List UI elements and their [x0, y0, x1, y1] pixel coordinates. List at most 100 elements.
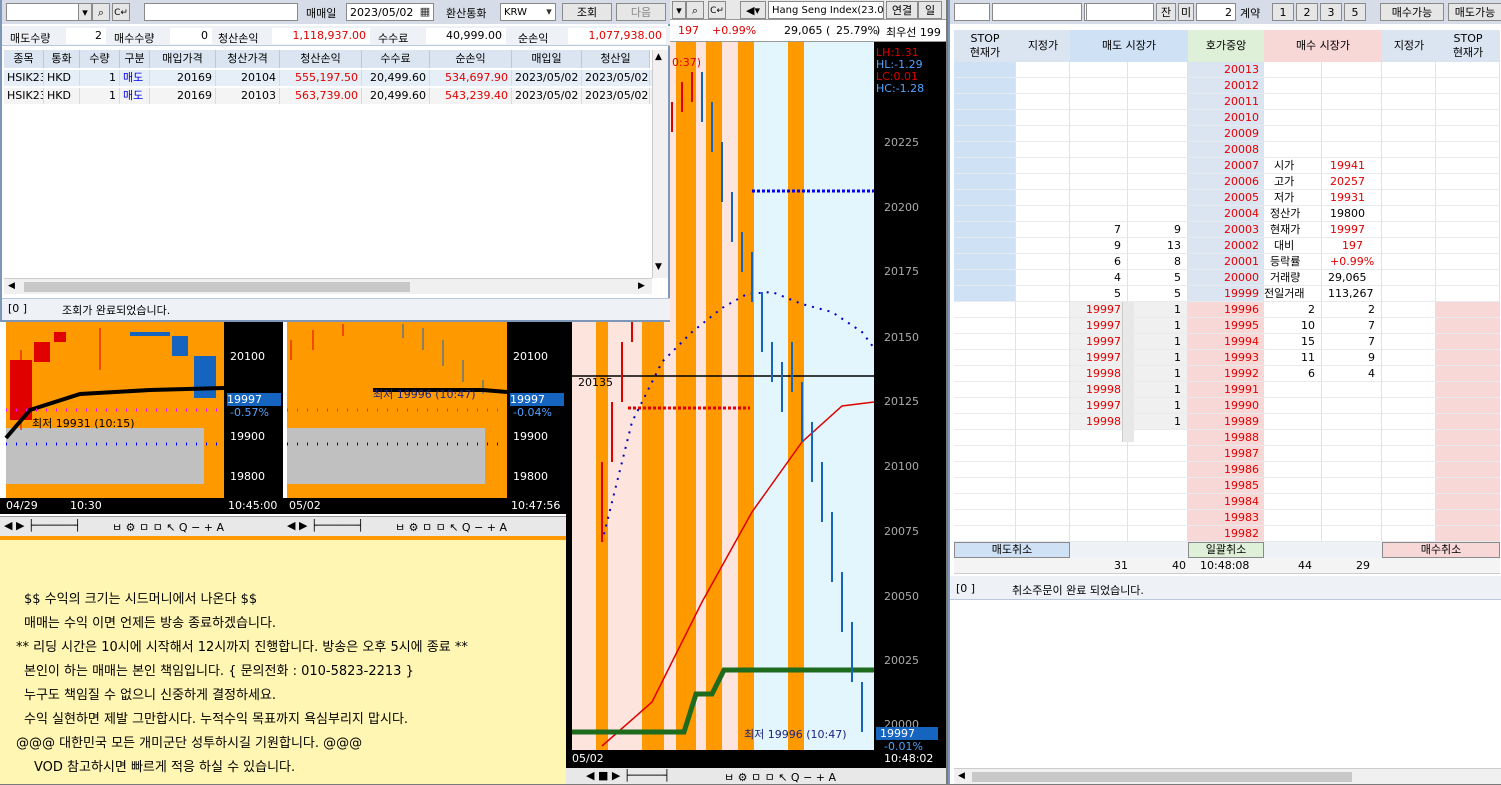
my-order-cell[interactable]: 19998	[1070, 414, 1128, 430]
my-order-cell[interactable]: 19997	[1070, 334, 1128, 350]
order-book-row[interactable]: 4 5 20000	[954, 270, 1500, 286]
empty-cell[interactable]	[1322, 398, 1382, 414]
empty-cell[interactable]	[954, 510, 1016, 526]
buy-cancel-button[interactable]: 매수취소	[1382, 542, 1500, 558]
mini-left-tools[interactable]: ㅂ ⚙ ㅁ ㅁ ↖ Q − + A	[112, 519, 224, 535]
order-book-row[interactable]: 19998 1 19989	[954, 414, 1500, 430]
empty-cell[interactable]	[1382, 302, 1436, 318]
ask-qty-cell[interactable]	[1128, 158, 1188, 174]
empty-cell[interactable]	[1322, 62, 1382, 78]
cur-right-label[interactable]: 현재가	[1436, 46, 1500, 60]
horizontal-scrollbar[interactable]: ◀ ▶	[4, 278, 652, 294]
order-book-row[interactable]: 19997 1 19995 10 7	[954, 318, 1500, 334]
query-button[interactable]: 조회	[562, 3, 612, 21]
empty-cell[interactable]	[954, 174, 1016, 190]
all-cancel-button[interactable]: 일괄취소	[1188, 542, 1264, 558]
mini-chart-left[interactable]: 20100 19900 19800 19997 -0.57% 최저 19931 …	[0, 320, 283, 516]
empty-cell[interactable]	[1436, 478, 1500, 494]
empty-cell[interactable]	[954, 430, 1016, 446]
empty-cell[interactable]	[954, 526, 1016, 542]
empty-cell[interactable]	[1322, 414, 1382, 430]
mini-right-tools[interactable]: ㅂ ⚙ ㅁ ㅁ ↖ Q − + A	[395, 519, 507, 535]
empty-cell[interactable]	[1436, 302, 1500, 318]
ask-qty-cell[interactable]	[1128, 126, 1188, 142]
mini-chart-right-toolbar[interactable]: ◀ ▶ ├──────┤ ㅂ ⚙ ㅁ ㅁ ↖ Q − + A	[283, 516, 566, 536]
empty-cell[interactable]	[1128, 478, 1188, 494]
ask-qty-cell[interactable]: 9	[1128, 222, 1188, 238]
empty-cell[interactable]	[954, 94, 1016, 110]
ask-qty-cell[interactable]: 4	[1070, 270, 1128, 286]
order-book-grid[interactable]: 20013 20012 20011 20010 20009 20008 20007 20006…	[954, 62, 1500, 542]
empty-cell[interactable]	[1128, 430, 1188, 446]
price-cell[interactable]: 20000	[1188, 270, 1264, 286]
price-cell[interactable]: 20009	[1188, 126, 1264, 142]
bid-qty-cell[interactable]: 7	[1322, 318, 1382, 334]
empty-cell[interactable]	[954, 254, 1016, 270]
empty-cell[interactable]	[1016, 302, 1070, 318]
empty-cell[interactable]	[1382, 110, 1436, 126]
order-log-area[interactable]	[954, 602, 1501, 768]
empty-cell[interactable]	[1382, 142, 1436, 158]
mini-chart-right[interactable]: 20100 19900 19800 19997 -0.04% 최저 19996 …	[283, 320, 566, 516]
empty-cell[interactable]	[1436, 238, 1500, 254]
price-cell[interactable]: 19982	[1188, 526, 1264, 542]
empty-cell[interactable]	[1016, 382, 1070, 398]
ask-qty-cell[interactable]: 5	[1128, 286, 1188, 302]
bid-qty-cell[interactable]: 4	[1322, 366, 1382, 382]
empty-cell[interactable]	[1016, 318, 1070, 334]
link-icon[interactable]: C↵	[112, 3, 130, 21]
empty-cell[interactable]	[1436, 110, 1500, 126]
empty-cell[interactable]	[1382, 446, 1436, 462]
empty-cell[interactable]	[1070, 478, 1128, 494]
price-cell[interactable]: 19989	[1188, 414, 1264, 430]
empty-cell[interactable]	[1016, 350, 1070, 366]
empty-cell[interactable]	[1264, 142, 1322, 158]
empty-cell[interactable]	[954, 158, 1016, 174]
mi-button[interactable]: 미	[1178, 3, 1194, 21]
symbol-name-field[interactable]	[144, 3, 298, 21]
empty-cell[interactable]	[1016, 174, 1070, 190]
empty-cell[interactable]	[1016, 494, 1070, 510]
trade-history-window[interactable]: ▾ ⌕ C↵ 매매일 2023/05/02 ▦ 환산통화 KRW ▾ 조회 다음…	[0, 0, 670, 322]
horizontal-scrollbar[interactable]: ◀	[954, 768, 1501, 784]
buy-market-header[interactable]: 매수 시장가	[1264, 30, 1382, 62]
empty-cell[interactable]	[1322, 382, 1382, 398]
empty-cell[interactable]	[954, 382, 1016, 398]
calendar-icon[interactable]: ▦	[418, 5, 432, 19]
empty-cell[interactable]	[1016, 398, 1070, 414]
empty-cell[interactable]	[1382, 94, 1436, 110]
order-book-row[interactable]: 20010	[954, 110, 1500, 126]
empty-cell[interactable]	[1128, 510, 1188, 526]
sell-cancel-button[interactable]: 매도취소	[954, 542, 1070, 558]
empty-cell[interactable]	[1436, 158, 1500, 174]
ask-qty-cell[interactable]	[1070, 126, 1128, 142]
my-order-cell[interactable]: 1	[1128, 382, 1188, 398]
empty-cell[interactable]	[1382, 126, 1436, 142]
empty-cell[interactable]	[1016, 126, 1070, 142]
empty-cell[interactable]	[1436, 126, 1500, 142]
order-book-row[interactable]: 19997 1 19990	[954, 398, 1500, 414]
empty-cell[interactable]	[1382, 430, 1436, 446]
speaker-icon[interactable]: ◀▾	[740, 1, 766, 19]
empty-cell[interactable]	[1436, 286, 1500, 302]
empty-cell[interactable]	[1128, 462, 1188, 478]
empty-cell[interactable]	[1016, 254, 1070, 270]
empty-cell[interactable]	[954, 238, 1016, 254]
sell-available-button[interactable]: 매도가능	[1448, 3, 1501, 21]
empty-cell[interactable]	[1264, 94, 1322, 110]
empty-cell[interactable]	[1436, 414, 1500, 430]
empty-cell[interactable]	[954, 478, 1016, 494]
empty-cell[interactable]	[1264, 78, 1322, 94]
ask-qty-cell[interactable]	[1128, 206, 1188, 222]
sell-market-header[interactable]: 매도 시장가	[1070, 30, 1188, 62]
order-book-row[interactable]: 19997 1 19994 15 7	[954, 334, 1500, 350]
empty-cell[interactable]	[954, 414, 1016, 430]
empty-cell[interactable]	[954, 286, 1016, 302]
empty-cell[interactable]	[1436, 494, 1500, 510]
ask-qty-cell[interactable]	[1128, 78, 1188, 94]
my-order-cell[interactable]: 1	[1128, 414, 1188, 430]
empty-cell[interactable]	[1322, 446, 1382, 462]
search-icon[interactable]: ⌕	[686, 1, 704, 19]
price-cell[interactable]: 19992	[1188, 366, 1264, 382]
price-cell[interactable]: 20004	[1188, 206, 1264, 222]
